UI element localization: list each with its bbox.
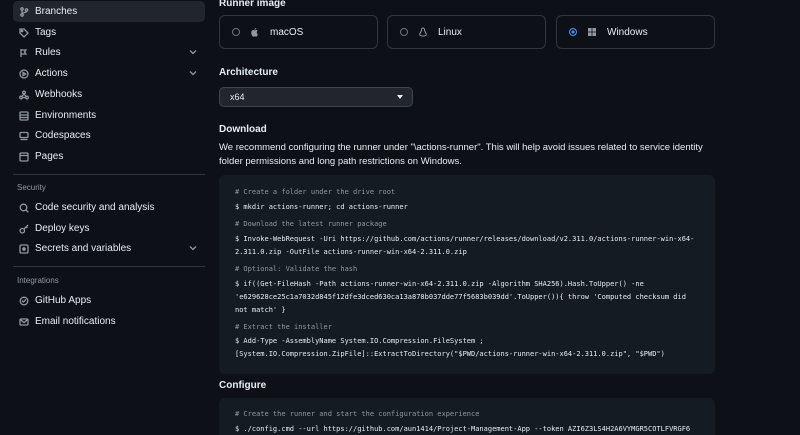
sidebar-item-label: Code security and analysis (35, 202, 155, 213)
sidebar-item-deploy-keys[interactable]: Deploy keys (13, 218, 205, 239)
sidebar-item-email-notifications[interactable]: Email notifications (13, 311, 205, 332)
architecture-select-value: x64 (230, 92, 245, 102)
sidebar-item-label: Codespaces (35, 130, 91, 141)
code-line: $ ./config.cmd --url https://github.com/… (235, 425, 691, 433)
chevron-down-icon (189, 244, 197, 252)
sidebar-item-label: Branches (35, 6, 78, 17)
caret-down-icon (397, 95, 403, 99)
pages-icon (19, 151, 29, 162)
sidebar-item-label: Actions (35, 68, 68, 79)
windows-icon (587, 27, 597, 37)
architecture-select[interactable]: x64 (219, 87, 413, 107)
code-line: $ Invoke-WebRequest -Uri https://github.… (235, 235, 695, 243)
runner-option-linux[interactable]: Linux (387, 15, 546, 49)
code-line: $ if((Get-FileHash -Path actions-runner-… (235, 280, 644, 288)
sidebar-item-webhooks[interactable]: Webhooks (13, 84, 205, 105)
sidebar-item-code-security[interactable]: Code security and analysis (13, 197, 205, 218)
sidebar-item-branches[interactable]: Branches (13, 1, 205, 22)
code-line: 'e629628ce25c1a7032d845f12dfe3dced630ca1… (235, 293, 686, 301)
section-heading-integrations: Integrations (17, 276, 59, 285)
sidebar-item-actions[interactable]: Actions (13, 63, 205, 84)
code-comment: # Extract the installer (235, 323, 332, 331)
codescan-icon (19, 203, 29, 213)
code-comment: # Download the latest runner package (235, 220, 387, 228)
tag-icon (19, 27, 29, 38)
section-heading-security: Security (17, 183, 46, 192)
sidebar-item-codespaces[interactable]: Codespaces (13, 125, 205, 146)
code-line: not match' } (235, 306, 286, 314)
radio-button[interactable] (232, 28, 240, 36)
code-line: $ Add-Type -AssemblyName System.IO.Compr… (235, 337, 484, 345)
radio-button-selected[interactable] (569, 28, 577, 36)
codespaces-icon (19, 131, 29, 141)
runner-image-heading: Runner image (219, 0, 286, 9)
webhook-icon (19, 90, 29, 100)
runner-option-macos[interactable]: macOS (219, 15, 378, 49)
sidebar-item-environments[interactable]: Environments (13, 105, 205, 126)
chevron-down-icon (189, 69, 197, 77)
sidebar-item-label: Tags (35, 27, 57, 38)
apple-icon (250, 27, 260, 37)
runner-option-windows[interactable]: Windows (556, 15, 715, 49)
sidebar-item-github-apps[interactable]: GitHub Apps (13, 290, 205, 311)
key-icon (19, 224, 29, 234)
sidebar-item-rules[interactable]: Rules (13, 42, 205, 63)
sidebar-item-secrets-and-variables[interactable]: Secrets and variables (13, 238, 205, 259)
apps-icon (19, 296, 29, 306)
environments-icon (19, 110, 29, 121)
configure-heading: Configure (219, 380, 267, 391)
actions-icon (19, 68, 29, 79)
sidebar-item-tags[interactable]: Tags (13, 22, 205, 43)
code-line: $ mkdir actions-runner; cd actions-runne… (235, 203, 408, 211)
settings-sidebar: Branches Tags Rules Actions Webhooks Env… (0, 0, 210, 435)
code-comment: # Optional: Validate the hash (235, 265, 358, 273)
code-line: 2.311.0.zip -OutFile actions-runner-win-… (235, 248, 467, 256)
code-comment: # Create a folder under the drive root (235, 188, 396, 196)
sidebar-item-label: Pages (35, 151, 64, 162)
sidebar-item-label: Webhooks (35, 89, 83, 100)
branch-icon (19, 6, 29, 17)
sidebar-item-label: Environments (35, 110, 97, 121)
sidebar-item-label: Deploy keys (35, 223, 90, 234)
sidebar-item-pages[interactable]: Pages (13, 146, 205, 167)
download-heading: Download (219, 124, 267, 135)
radio-button[interactable] (400, 28, 408, 36)
linux-icon (418, 27, 428, 37)
sidebar-divider (13, 174, 205, 175)
architecture-heading: Architecture (219, 67, 278, 78)
code-line: [System.IO.Compression.ZipFile]::Extract… (235, 350, 665, 358)
sidebar-divider (13, 266, 205, 267)
configure-code-block[interactable]: # Create the runner and start the config… (219, 398, 715, 435)
download-description: We recommend configuring the runner unde… (219, 142, 703, 167)
runner-option-label: macOS (270, 26, 304, 38)
rules-icon (19, 48, 29, 58)
sidebar-item-label: Rules (35, 47, 61, 58)
download-code-block[interactable]: # Create a folder under the drive root $… (219, 175, 715, 374)
sidebar-item-label: Email notifications (35, 316, 116, 327)
asterisk-icon (19, 243, 29, 254)
sidebar-item-label: GitHub Apps (35, 295, 92, 306)
code-comment: # Create the runner and start the config… (235, 410, 480, 418)
sidebar-item-label: Secrets and variables (35, 243, 132, 254)
mail-icon (19, 317, 29, 327)
chevron-down-icon (189, 48, 197, 56)
runner-option-label: Windows (607, 26, 648, 38)
runner-option-label: Linux (438, 26, 462, 38)
